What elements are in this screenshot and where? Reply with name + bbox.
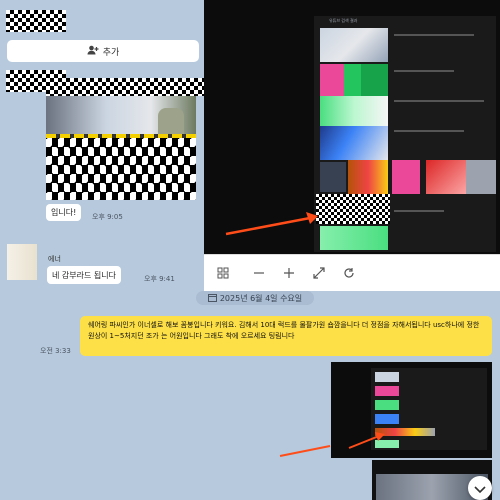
video-thumbnail [320, 126, 388, 160]
message-time: 오후 9:41 [144, 275, 175, 283]
video-thumbnail [320, 28, 388, 62]
message-time: 오전 3:33 [40, 347, 71, 355]
add-friend-label: 추가 [102, 47, 120, 58]
video-thumbnail [320, 64, 388, 98]
date-divider: 2025년 6월 4일 수요일 [196, 291, 314, 305]
viewer-toolbar [204, 254, 500, 291]
video-thumbnail-redacted [316, 194, 390, 224]
add-friend-button[interactable]: 추가 [7, 40, 199, 62]
title-line [394, 100, 484, 102]
message-bubble: 네 감부라드 됩니다 [47, 266, 121, 284]
sender-avatar-blurred [6, 10, 66, 32]
message-text: 네 감부라드 됩니다 [52, 270, 116, 280]
scroll-down-button[interactable] [468, 476, 492, 500]
title-line [394, 34, 474, 36]
video-thumbnail [320, 96, 388, 130]
image-thumb [375, 372, 399, 382]
date-text: 2025년 6월 4일 수요일 [219, 293, 303, 303]
video-thumbnail [348, 160, 388, 194]
zoom-in-icon[interactable] [278, 262, 300, 284]
my-message-text: 쉐어링 파씨인가 이너셀로 해보 꼼봉입니다 키워요. 김해서 10대 럭드를 … [88, 321, 480, 340]
rotate-icon[interactable] [338, 262, 360, 284]
chevron-down-icon [474, 479, 486, 498]
zoom-out-icon[interactable] [248, 262, 270, 284]
image-thumb [375, 400, 399, 410]
calendar-icon [207, 293, 217, 304]
video-thumbnail [320, 162, 346, 192]
message-bubble: 입니다! [46, 204, 82, 221]
annotation-arrow [279, 445, 331, 457]
video-thumbnail [392, 160, 420, 194]
grid-view-icon[interactable] [212, 262, 234, 284]
image-viewer[interactable]: 유튜브 검색 결과 [204, 0, 500, 290]
fullscreen-icon[interactable] [308, 262, 330, 284]
message-time: 오후 9:05 [92, 213, 123, 221]
image-message[interactable] [46, 96, 196, 200]
sender-avatar[interactable] [7, 244, 37, 280]
video-thumbnail [426, 160, 466, 194]
image-thumb [375, 386, 399, 396]
my-message-bubble: 쉐어링 파씨인가 이너셀로 해보 꼼봉입니다 키워요. 김해서 10대 럭드를 … [80, 316, 492, 356]
image-person-figure [158, 108, 184, 136]
title-line [394, 130, 464, 132]
sender-name: 에너 [48, 255, 61, 263]
add-user-icon [87, 45, 99, 58]
annotation-arrow [225, 212, 318, 236]
annotation-arrow [348, 432, 385, 449]
image-thumb [375, 414, 399, 424]
video-thumbnail [320, 226, 388, 250]
video-thumbnail [466, 160, 496, 194]
image-message-strip [46, 78, 206, 96]
title-line [394, 210, 444, 212]
image-redacted-area [46, 138, 196, 200]
my-image-message[interactable] [331, 362, 492, 458]
title-line [394, 70, 454, 72]
viewer-page-title: 유튜브 검색 결과 [329, 18, 358, 23]
